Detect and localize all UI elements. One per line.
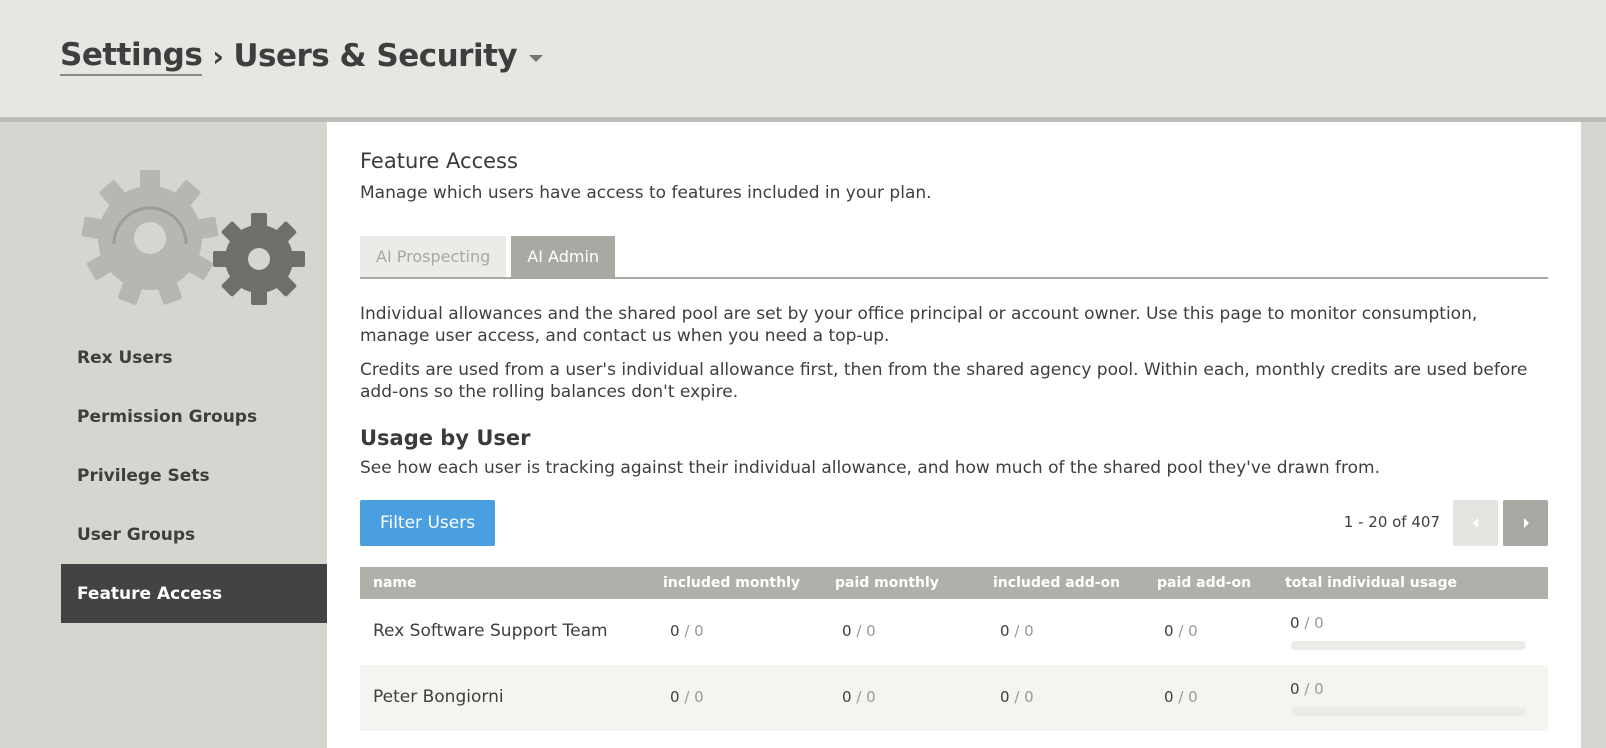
sidebar-item-label: Feature Access [77, 583, 223, 604]
tab-ai-prospecting[interactable]: AI Prospecting [360, 236, 507, 277]
usage-section-title: Usage by User [360, 426, 531, 450]
breadcrumb-separator: › [212, 39, 224, 73]
sidebar-item-label: Permission Groups [77, 406, 258, 427]
total-usage-value: 0 / 0 [1290, 680, 1324, 698]
included-add-on-value: 0 / 0 [1000, 688, 1034, 706]
table-row[interactable]: Peter Bongiorni 0 / 0 0 / 0 0 / 0 0 / 0 … [360, 665, 1548, 731]
chevron-right-icon [1523, 518, 1529, 528]
pagination-range: 1 - 20 of 407 [1343, 513, 1440, 531]
sidebar-item-feature-access[interactable]: Feature Access [61, 564, 327, 623]
paid-add-on-value: 0 / 0 [1164, 622, 1198, 640]
chevron-left-icon [1472, 518, 1478, 528]
page-subtitle: Manage which users have access to featur… [360, 183, 932, 203]
tab-ai-admin[interactable]: AI Admin [511, 236, 616, 277]
column-header-included-add-on[interactable]: included add-on [993, 575, 1120, 591]
main-panel: Feature Access Manage which users have a… [327, 122, 1581, 748]
paid-monthly-value: 0 / 0 [842, 622, 876, 640]
column-header-paid-monthly[interactable]: paid monthly [835, 575, 939, 591]
sidebar-item-rex-users[interactable]: Rex Users [61, 328, 327, 387]
right-gutter [1581, 122, 1606, 748]
usage-section-subtitle: See how each user is tracking against th… [360, 458, 1381, 478]
tab-bar: AI Prospecting AI Admin [360, 236, 1548, 279]
sidebar-item-label: User Groups [77, 524, 196, 545]
credits-paragraph: Credits are used from a user's individua… [360, 360, 1528, 402]
paid-monthly-value: 0 / 0 [842, 688, 876, 706]
page-title: Feature Access [360, 149, 518, 173]
sidebar-item-privilege-sets[interactable]: Privilege Sets [61, 446, 327, 505]
user-name: Rex Software Support Team [373, 621, 608, 641]
paid-add-on-value: 0 / 0 [1164, 688, 1198, 706]
breadcrumb: Settings › Users & Security [60, 36, 544, 76]
total-usage-value: 0 / 0 [1290, 614, 1324, 632]
usage-progress-bar [1291, 641, 1526, 650]
usage-table: name included monthly paid monthly inclu… [360, 567, 1548, 731]
table-row[interactable]: Rex Software Support Team 0 / 0 0 / 0 0 … [360, 599, 1548, 665]
sidebar-item-permission-groups[interactable]: Permission Groups [61, 387, 327, 446]
sidebar-item-user-groups[interactable]: User Groups [61, 505, 327, 564]
chevron-down-icon[interactable] [529, 54, 544, 62]
column-header-included-monthly[interactable]: included monthly [663, 575, 800, 591]
sidebar-nav: Rex Users Permission Groups Privilege Se… [61, 328, 327, 623]
usage-progress-bar [1291, 707, 1526, 716]
intro-paragraph: Individual allowances and the shared poo… [360, 304, 1478, 346]
sidebar: Rex Users Permission Groups Privilege Se… [0, 122, 327, 748]
column-header-name[interactable]: name [373, 575, 417, 591]
main-content: Feature Access Manage which users have a… [360, 148, 1548, 731]
usage-toolbar: Filter Users 1 - 20 of 407 [360, 500, 1548, 546]
filter-users-button[interactable]: Filter Users [360, 500, 495, 546]
breadcrumb-current[interactable]: Users & Security [233, 38, 517, 74]
included-add-on-value: 0 / 0 [1000, 622, 1034, 640]
included-monthly-value: 0 / 0 [670, 622, 704, 640]
table-header: name included monthly paid monthly inclu… [360, 567, 1548, 599]
page-header: Settings › Users & Security [0, 0, 1606, 117]
sidebar-item-label: Privilege Sets [77, 465, 210, 486]
gears-icon [81, 170, 305, 305]
user-name: Peter Bongiorni [373, 687, 504, 707]
sidebar-item-label: Rex Users [77, 347, 173, 368]
previous-page-button[interactable] [1453, 500, 1498, 546]
breadcrumb-settings-link[interactable]: Settings [60, 36, 203, 76]
column-header-paid-add-on[interactable]: paid add-on [1157, 575, 1251, 591]
included-monthly-value: 0 / 0 [670, 688, 704, 706]
next-page-button[interactable] [1503, 500, 1548, 546]
column-header-total-individual-usage[interactable]: total individual usage [1285, 575, 1457, 591]
